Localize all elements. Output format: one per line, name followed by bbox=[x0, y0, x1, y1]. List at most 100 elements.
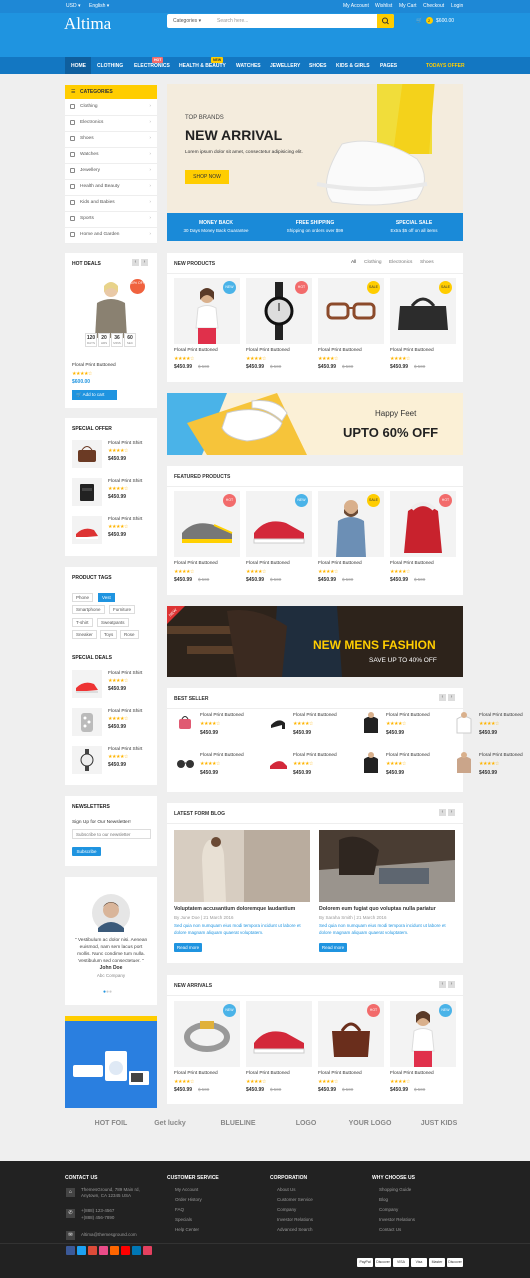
best-seller-name[interactable]: Floral Print Buttoned bbox=[479, 713, 523, 718]
hot-deal-name[interactable]: Floral Print Buttoned bbox=[72, 363, 116, 368]
linkedin-icon[interactable] bbox=[132, 1246, 141, 1255]
add-to-cart-button[interactable]: 🛒 Add to cart bbox=[72, 390, 117, 400]
prev-arrow-icon[interactable]: ‹ bbox=[439, 981, 446, 988]
footer-link[interactable]: My Account bbox=[175, 1187, 198, 1192]
dribbble-icon[interactable] bbox=[99, 1246, 108, 1255]
product-tag[interactable]: Rose bbox=[120, 630, 139, 639]
deal-name[interactable]: Floral Print Shirt bbox=[108, 671, 142, 676]
youtube-icon[interactable] bbox=[121, 1246, 130, 1255]
nav-shoes[interactable]: SHOES bbox=[309, 63, 327, 69]
nav-home[interactable]: HOME bbox=[71, 63, 86, 69]
filter-tab[interactable]: Shoes bbox=[420, 260, 434, 265]
footer-link[interactable]: Specials bbox=[175, 1217, 192, 1222]
product-name[interactable]: Floral Print Buttoned bbox=[174, 348, 218, 353]
best-seller-name[interactable]: Floral Print Buttoned bbox=[386, 753, 430, 758]
nav-kids-girls[interactable]: KIDS & GIRLS bbox=[336, 63, 370, 69]
filter-tab[interactable]: All bbox=[351, 260, 356, 265]
facebook-icon[interactable] bbox=[66, 1246, 75, 1255]
footer-link[interactable]: Advanced Search bbox=[277, 1227, 313, 1232]
product-name[interactable]: Floral Print Buttoned bbox=[390, 1071, 434, 1076]
product-name[interactable]: Floral Print Buttoned bbox=[318, 561, 362, 566]
search-button[interactable] bbox=[377, 14, 394, 28]
footer-link[interactable]: Customer Service bbox=[277, 1197, 313, 1202]
brand-logo[interactable]: BLUELINE bbox=[212, 1120, 264, 1127]
product-name[interactable]: Floral Print Buttoned bbox=[246, 561, 290, 566]
prev-arrow-icon[interactable]: ‹ bbox=[439, 694, 446, 701]
next-arrow-icon[interactable]: › bbox=[448, 694, 455, 701]
footer-link[interactable]: Company bbox=[379, 1207, 398, 1212]
filter-tab[interactable]: Clothing bbox=[364, 260, 382, 265]
nav-electronics[interactable]: ELECTRONICS HOT bbox=[134, 57, 170, 69]
prev-arrow-icon[interactable]: ‹ bbox=[439, 809, 446, 816]
categories-header[interactable]: ☰ CATEGORIES bbox=[65, 85, 157, 99]
best-seller-name[interactable]: Floral Print Buttoned bbox=[200, 753, 244, 758]
currency-select[interactable]: USD ▾ bbox=[66, 3, 80, 9]
footer-link[interactable]: Company bbox=[277, 1207, 296, 1212]
best-seller-name[interactable]: Floral Print Buttoned bbox=[293, 753, 337, 758]
product-tag[interactable]: Sneaker bbox=[72, 630, 97, 639]
category-item[interactable]: Health and Beauty › bbox=[65, 179, 157, 196]
read-more-button[interactable]: Read more bbox=[174, 943, 202, 952]
category-item[interactable]: Watches › bbox=[65, 147, 157, 164]
search-category-select[interactable]: Categories ▾ bbox=[173, 18, 201, 24]
nav-health-beauty[interactable]: HEALTH & BEAUTY NEW bbox=[179, 57, 226, 69]
deal-name[interactable]: Floral Print Shirt bbox=[108, 747, 142, 752]
brand-logo[interactable]: YOUR LOGO bbox=[344, 1120, 396, 1127]
twitter-icon[interactable] bbox=[77, 1246, 86, 1255]
cart-button[interactable]: 🛒 2 $600.00 bbox=[416, 17, 454, 24]
next-arrow-icon[interactable]: › bbox=[141, 259, 148, 266]
footer-link[interactable]: About Us bbox=[277, 1187, 296, 1192]
language-select[interactable]: English ▾ bbox=[89, 3, 109, 9]
category-item[interactable]: Jewellery › bbox=[65, 163, 157, 180]
carousel-dots[interactable]: ●●● bbox=[103, 989, 112, 995]
mens-fashion-banner[interactable]: NEW NEW MENS FASHION SAVE UP TO 40% OFF bbox=[167, 606, 463, 677]
best-seller-name[interactable]: Floral Print Buttoned bbox=[479, 753, 523, 758]
nav-pages[interactable]: PAGES bbox=[380, 63, 397, 69]
filter-tab[interactable]: Electronics bbox=[389, 260, 412, 265]
google-plus-icon[interactable] bbox=[88, 1246, 97, 1255]
rss-icon[interactable] bbox=[110, 1246, 119, 1255]
footer-link[interactable]: Investor Relations bbox=[277, 1217, 313, 1222]
next-arrow-icon[interactable]: › bbox=[448, 809, 455, 816]
brand-logo[interactable]: LOGO bbox=[280, 1120, 332, 1127]
footer-link[interactable]: FAQ bbox=[175, 1207, 184, 1212]
product-name[interactable]: Floral Print Buttoned bbox=[174, 1071, 218, 1076]
best-seller-name[interactable]: Floral Print Buttoned bbox=[386, 713, 430, 718]
shop-now-button[interactable]: SHOP NOW bbox=[185, 170, 229, 184]
product-name[interactable]: Floral Print Buttoned bbox=[390, 561, 434, 566]
deal-name[interactable]: Floral Print Shirt bbox=[108, 709, 142, 714]
category-item[interactable]: Clothing › bbox=[65, 99, 157, 116]
login-link[interactable]: Login bbox=[451, 3, 463, 9]
nav-todays-offer[interactable]: TODAYS OFFER bbox=[426, 63, 465, 69]
wishlist-link[interactable]: Wishlist bbox=[375, 3, 392, 9]
next-arrow-icon[interactable]: › bbox=[448, 981, 455, 988]
category-item[interactable]: Sports › bbox=[65, 211, 157, 228]
prev-arrow-icon[interactable]: ‹ bbox=[132, 259, 139, 266]
footer-email[interactable]: Altima@themesground.com bbox=[81, 1232, 137, 1237]
product-tag[interactable]: Smartphone bbox=[72, 605, 105, 614]
brand-logo[interactable]: HOT FOIL bbox=[85, 1120, 137, 1127]
category-item[interactable]: Kids and Babies › bbox=[65, 195, 157, 212]
read-more-button[interactable]: Read more bbox=[319, 943, 347, 952]
category-item[interactable]: Shoes › bbox=[65, 131, 157, 148]
product-name[interactable]: Floral Print Buttoned bbox=[318, 348, 362, 353]
checkout-link[interactable]: Checkout bbox=[423, 3, 444, 9]
product-tag[interactable]: Sweatpants bbox=[97, 618, 129, 627]
category-item[interactable]: Electronics › bbox=[65, 115, 157, 132]
subscribe-button[interactable]: Subscribe bbox=[72, 847, 101, 856]
search-input[interactable]: Search here... bbox=[217, 18, 248, 24]
offer-name[interactable]: Floral Print Shirt bbox=[108, 441, 142, 446]
product-name[interactable]: Floral Print Buttoned bbox=[318, 1071, 362, 1076]
product-tag[interactable]: T-shirt bbox=[72, 618, 93, 627]
product-name[interactable]: Floral Print Buttoned bbox=[246, 1071, 290, 1076]
footer-link[interactable]: Blog bbox=[379, 1197, 388, 1202]
nav-clothing[interactable]: CLOTHING bbox=[97, 63, 123, 69]
logo[interactable]: Altima bbox=[64, 14, 111, 34]
nav-watches[interactable]: WATCHES bbox=[236, 63, 261, 69]
product-name[interactable]: Floral Print Buttoned bbox=[174, 561, 218, 566]
newsletter-input[interactable]: Subscribe to our newsletter bbox=[72, 829, 151, 839]
blog-post-title-2[interactable]: Dolorem eum fugiat quo voluptas nulla pa… bbox=[319, 906, 455, 912]
footer-link[interactable]: Contact Us bbox=[379, 1227, 401, 1232]
best-seller-name[interactable]: Floral Print Buttoned bbox=[200, 713, 244, 718]
product-tag[interactable]: Furniture bbox=[109, 605, 136, 614]
